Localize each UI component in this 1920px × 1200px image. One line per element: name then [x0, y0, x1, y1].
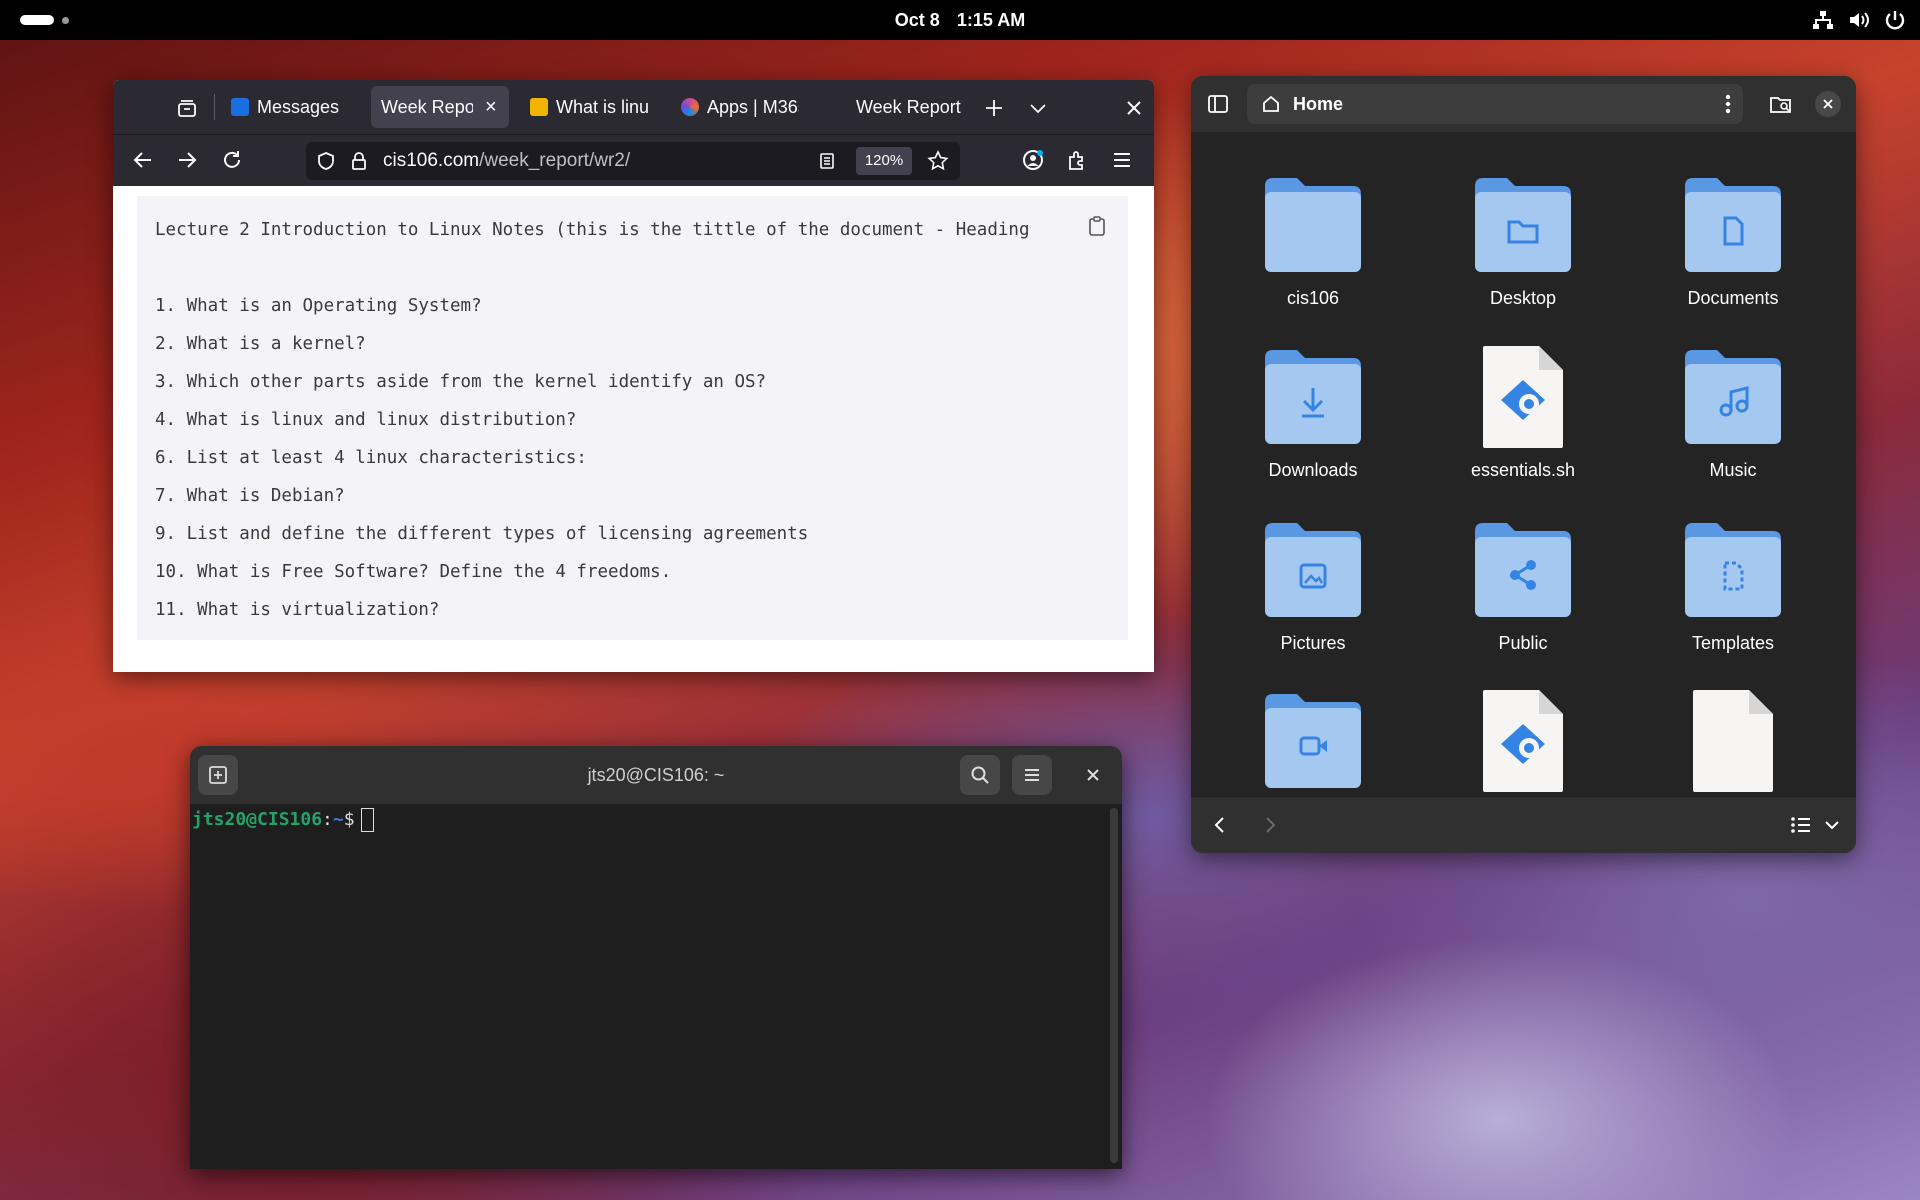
file-item-downloads[interactable]: Downloads	[1213, 344, 1413, 504]
browser-window: Messages Week Report × What is linu Apps…	[113, 80, 1154, 672]
reader-view-icon[interactable]	[818, 152, 836, 170]
tab-what-is-linux[interactable]: What is linu	[530, 86, 656, 128]
clock[interactable]: Oct 8 1:15 AM	[0, 0, 1920, 40]
terminal-window[interactable]: jts20@CIS106: ~ jts20@CIS106:~$	[190, 746, 1122, 1169]
script-file-icon	[1483, 690, 1563, 792]
list-view-icon[interactable]	[1790, 815, 1812, 835]
code-line: 7. What is Debian?	[155, 486, 345, 506]
close-icon	[1823, 99, 1833, 109]
list-tabs-icon[interactable]	[1027, 97, 1049, 119]
terminal-menu-button[interactable]	[1012, 755, 1052, 795]
file-item-documents[interactable]: Documents	[1633, 172, 1833, 332]
volume-icon	[1850, 12, 1869, 28]
downloads-folder-icon	[1265, 350, 1361, 444]
tab-week-report-2[interactable]: Week Report	[856, 86, 964, 128]
search-button[interactable]	[960, 755, 1000, 795]
clock-time: 1:15 AM	[956, 10, 1026, 30]
code-block: Lecture 2 Introduction to Linux Notes (t…	[137, 196, 1128, 640]
lock-icon[interactable]	[350, 151, 368, 171]
code-line: 11. What is virtualization?	[155, 600, 440, 620]
code-line: 10. What is Free Software? Define the 4 …	[155, 562, 672, 582]
menu-icon[interactable]	[1110, 148, 1134, 172]
copy-icon[interactable]	[1088, 216, 1106, 236]
code-line: 1. What is an Operating System?	[155, 296, 482, 316]
script-file-icon	[1483, 346, 1563, 448]
back-icon[interactable]	[131, 148, 155, 172]
messages-favicon-icon	[231, 98, 249, 116]
account-icon[interactable]	[1021, 148, 1045, 172]
file-item-text[interactable]	[1633, 688, 1833, 792]
file-item-public[interactable]: Public	[1423, 517, 1623, 677]
code-line: 2. What is a kernel?	[155, 334, 366, 354]
network-icon	[1813, 11, 1833, 29]
view-options-icon[interactable]	[1824, 818, 1840, 832]
zoom-level-button[interactable]: 120%	[856, 147, 912, 175]
back-icon[interactable]	[1210, 815, 1230, 835]
music-folder-icon	[1685, 350, 1781, 444]
file-item-desktop[interactable]: Desktop	[1423, 172, 1623, 332]
system-tray[interactable]	[1812, 9, 1906, 31]
tab-apps-m365[interactable]: Apps | M365	[681, 86, 799, 128]
documents-folder-icon	[1685, 178, 1781, 272]
tab-week-report-active[interactable]: Week Report ×	[371, 86, 509, 128]
home-icon	[1263, 95, 1279, 112]
desktop-folder-icon	[1475, 178, 1571, 272]
share-folder-icon	[1475, 523, 1571, 617]
code-line-title: Lecture 2 Introduction to Linux Notes (t…	[155, 220, 1030, 240]
sidebar-toggle-icon[interactable]	[1207, 93, 1229, 115]
url-bar[interactable]: cis106.com/week_report/wr2/ 120%	[306, 142, 960, 180]
folder-icon	[1265, 178, 1361, 272]
tab-overview-icon[interactable]	[176, 97, 198, 119]
files-footer	[1191, 796, 1856, 853]
files-window: Home cis106 Desktop Documents Downloads …	[1191, 76, 1856, 853]
page-content: Lecture 2 Introduction to Linux Notes (t…	[113, 186, 1154, 672]
code-line: 4. What is linux and linux distribution?	[155, 410, 577, 430]
location-label: Home	[1293, 94, 1344, 114]
top-bar: Oct 8 1:15 AM	[0, 0, 1920, 40]
clock-date: Oct 8	[894, 10, 940, 30]
tab-messages[interactable]: Messages	[231, 86, 351, 128]
m365-favicon-icon	[681, 98, 699, 116]
pictures-folder-icon	[1265, 523, 1361, 617]
shell-prompt[interactable]: jts20@CIS106:~$	[192, 808, 374, 832]
search-folder-icon[interactable]	[1769, 93, 1793, 115]
reload-icon[interactable]	[220, 148, 244, 172]
file-item-pictures[interactable]: Pictures	[1213, 517, 1413, 677]
hamburger-menu-icon	[1025, 769, 1039, 781]
url-text[interactable]: cis106.com/week_report/wr2/	[383, 142, 630, 180]
videos-folder-icon	[1265, 694, 1361, 788]
file-item-essentials-sh[interactable]: essentials.sh	[1423, 344, 1623, 504]
bookmark-star-icon[interactable]	[927, 150, 949, 172]
location-menu-icon[interactable]	[1725, 94, 1731, 114]
code-line: 3. Which other parts aside from the kern…	[155, 372, 767, 392]
close-window-icon[interactable]	[1125, 99, 1143, 117]
new-tab-icon[interactable]	[983, 97, 1005, 119]
code-line: 9. List and define the different types o…	[155, 524, 809, 544]
forward-icon[interactable]	[1260, 815, 1280, 835]
scrollbar[interactable]	[1110, 808, 1118, 1163]
text-cursor	[360, 808, 374, 832]
shield-icon[interactable]	[316, 151, 336, 171]
slides-favicon-icon	[530, 98, 548, 116]
navigation-toolbar: cis106.com/week_report/wr2/ 120%	[113, 134, 1154, 187]
extensions-icon[interactable]	[1065, 148, 1089, 172]
file-item-script[interactable]	[1423, 688, 1623, 792]
file-item-cis106[interactable]: cis106	[1213, 172, 1413, 332]
file-item-music[interactable]: Music	[1633, 344, 1833, 504]
search-icon	[971, 766, 989, 784]
close-icon[interactable]	[1087, 769, 1099, 781]
templates-folder-icon	[1685, 523, 1781, 617]
power-icon	[1885, 11, 1905, 30]
forward-icon[interactable]	[175, 148, 199, 172]
tab-bar: Messages Week Report × What is linu Apps…	[113, 80, 1154, 134]
terminal-header: jts20@CIS106: ~	[190, 746, 1122, 804]
text-file-icon	[1693, 690, 1773, 792]
close-tab-icon[interactable]: ×	[485, 96, 497, 119]
path-bar[interactable]: Home	[1247, 84, 1743, 124]
files-header: Home	[1191, 76, 1856, 132]
file-item-videos[interactable]	[1213, 688, 1413, 788]
file-item-templates[interactable]: Templates	[1633, 517, 1833, 677]
code-line: 6. List at least 4 linux characteristics…	[155, 448, 587, 468]
